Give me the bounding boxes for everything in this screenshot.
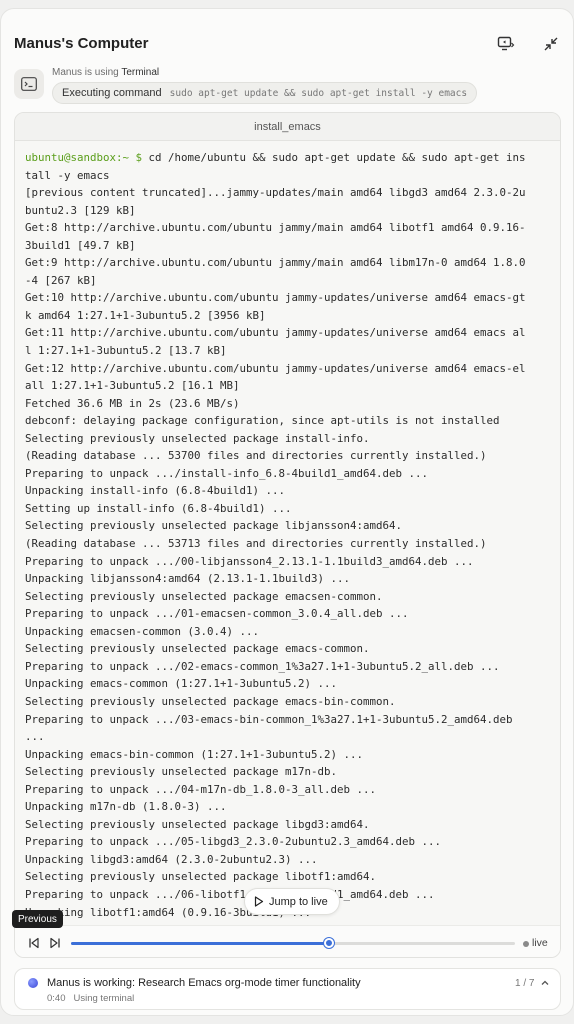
terminal-line: Selecting previously unselected package … (25, 589, 383, 603)
live-label[interactable]: live (532, 937, 548, 949)
terminal-line: debconf: delaying package configuration,… (25, 414, 500, 428)
skip-forward-icon[interactable] (49, 937, 61, 949)
terminal-line: Selecting previously unselected package … (25, 817, 370, 831)
terminal-line: Preparing to unpack .../install-info_6.8… (25, 466, 429, 480)
terminal-line: Get:8 http://archive.ubuntu.com/ubuntu j… (25, 221, 526, 235)
command-pill: Executing command sudo apt-get update &&… (52, 82, 478, 104)
task-status-bar[interactable]: Manus is working: Research Emacs org-mod… (14, 968, 561, 1010)
panel-title: Manus's Computer (14, 35, 149, 52)
terminal-line: tall -y emacs (25, 168, 110, 182)
terminal-line: Preparing to unpack .../04-m17n-db_1.8.0… (25, 782, 377, 796)
working-indicator-icon (28, 978, 38, 988)
jump-to-live-label: Jump to live (269, 895, 328, 908)
terminal-output[interactable]: ubuntu@sandbox:~ $ cd /home/ubuntu && su… (25, 149, 555, 924)
terminal-line: Selecting previously unselected package … (25, 519, 403, 533)
terminal-command-line: cd /home/ubuntu && sudo apt-get update &… (142, 151, 526, 164)
terminal-line: Preparing to unpack .../02-emacs-common_… (25, 659, 500, 673)
progress-fill (71, 942, 329, 945)
terminal-line: Selecting previously unselected package … (25, 765, 338, 779)
terminal-tool-badge (14, 69, 44, 99)
terminal-line: Selecting previously unselected package … (25, 642, 370, 656)
terminal-line: Fetched 36.6 MB in 2s (23.6 MB/s) (25, 396, 240, 410)
terminal-line: Unpacking emacs-common (1:27.1+1-3ubuntu… (25, 677, 338, 691)
terminal-window: install_emacs ubuntu@sandbox:~ $ cd /hom… (14, 112, 561, 958)
terminal-line: Get:9 http://archive.ubuntu.com/ubuntu j… (25, 256, 526, 270)
terminal-line: Setting up install-info (6.8-4build1) ..… (25, 501, 292, 515)
terminal-line: Preparing to unpack .../06-libotf1_0.9.1… (25, 887, 435, 901)
progress-track[interactable] (71, 942, 515, 945)
play-icon (254, 896, 264, 907)
terminal-line: Preparing to unpack .../00-libjansson4_2… (25, 554, 474, 568)
terminal-line: Unpacking emacsen-common (3.0.4) ... (25, 624, 260, 638)
terminal-line: Selecting previously unselected package … (25, 431, 370, 445)
computer-panel: Manus's Computer Manus is using Terminal… (0, 8, 574, 1016)
terminal-line: Unpacking emacs-bin-common (1:27.1+1-3ub… (25, 747, 364, 761)
action-label: Executing command (62, 87, 162, 99)
playback-controls: live (15, 925, 560, 957)
terminal-line: buntu2.3 [129 kB] (25, 203, 136, 217)
terminal-line: Unpacking install-info (6.8-4build1) ... (25, 484, 286, 498)
terminal-line: Get:12 http://archive.ubuntu.com/ubuntu … (25, 361, 526, 375)
terminal-line: l 1:27.1+1-3ubuntu5.2 [13.7 kB] (25, 344, 227, 358)
terminal-line: 3build1 [49.7 kB] (25, 238, 136, 252)
terminal-line: Preparing to unpack .../05-libgd3_2.3.0-… (25, 835, 442, 849)
task-step-counter: 1 / 7 (515, 978, 535, 989)
terminal-line: (Reading database ... 53713 files and di… (25, 537, 487, 551)
terminal-prompt: ubuntu@sandbox:~ $ (25, 151, 143, 164)
using-tool-line: Manus is using Terminal (52, 67, 159, 78)
skip-back-icon[interactable] (28, 937, 40, 949)
live-indicator-dot (523, 941, 529, 947)
tool-name: Terminal (121, 67, 160, 78)
terminal-line: Get:10 http://archive.ubuntu.com/ubuntu … (25, 291, 526, 305)
terminal-line: Selecting previously unselected package … (25, 870, 377, 884)
jump-to-live-button[interactable]: Jump to live (244, 888, 340, 915)
terminal-title: install_emacs (15, 113, 560, 141)
terminal-line: -4 [267 kB] (25, 273, 97, 287)
terminal-line: all 1:27.1+1-3ubuntu5.2 [16.1 MB] (25, 379, 240, 393)
terminal-line: Get:11 http://archive.ubuntu.com/ubuntu … (25, 326, 526, 340)
task-title: Manus is working: Research Emacs org-mod… (47, 977, 361, 989)
task-subline: 0:40 Using terminal (47, 993, 134, 1004)
monitor-icon[interactable] (497, 35, 515, 53)
terminal-line: (Reading database ... 53700 files and di… (25, 449, 487, 463)
terminal-line: Selecting previously unselected package … (25, 694, 396, 708)
terminal-line: k amd64 1:27.1+1-3ubuntu5.2 [3956 kB] (25, 308, 266, 322)
using-prefix: Manus is using (52, 67, 119, 78)
task-elapsed: 0:40 (47, 993, 66, 1004)
previous-tooltip: Previous (12, 910, 63, 928)
terminal-icon (21, 77, 37, 91)
terminal-line: ... (25, 730, 45, 744)
terminal-line: Preparing to unpack .../01-emacsen-commo… (25, 607, 409, 621)
terminal-line: Preparing to unpack .../03-emacs-bin-com… (25, 712, 513, 726)
chevron-up-icon[interactable] (540, 978, 550, 988)
command-text: sudo apt-get update && sudo apt-get inst… (169, 87, 468, 99)
terminal-line: Unpacking libjansson4:amd64 (2.13.1-1.1b… (25, 572, 351, 586)
collapse-icon[interactable] (542, 35, 560, 53)
terminal-line: Unpacking libgd3:amd64 (2.3.0-2ubuntu2.3… (25, 852, 318, 866)
terminal-line: Unpacking m17n-db (1.8.0-3) ... (25, 800, 227, 814)
task-activity: Using terminal (73, 993, 135, 1004)
progress-handle[interactable] (323, 938, 334, 948)
terminal-line: [previous content truncated]...jammy-upd… (25, 186, 526, 200)
